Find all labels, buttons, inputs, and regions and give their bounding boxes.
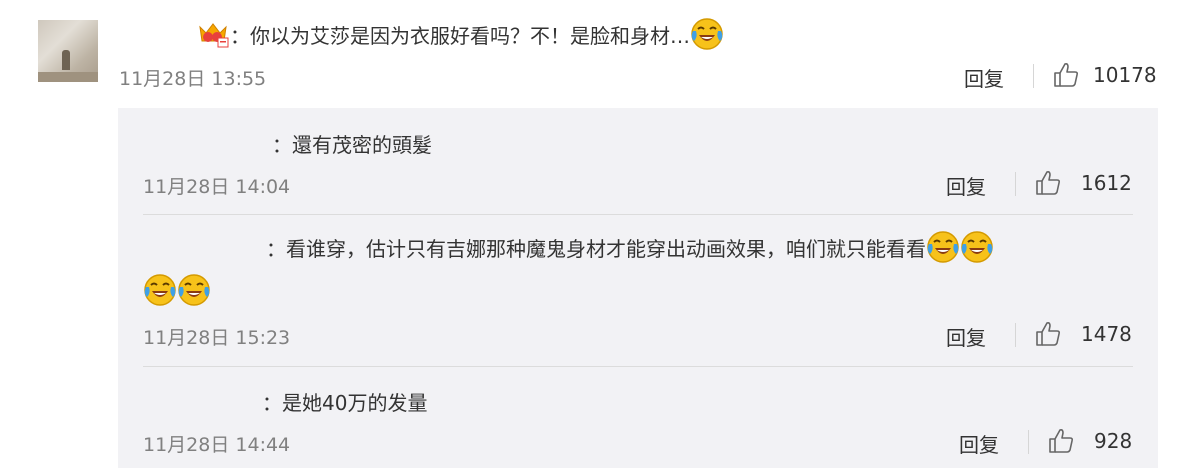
reply-body: ：是她40万的发量	[262, 390, 428, 415]
reply-text: ：還有茂密的頭髮	[272, 128, 432, 158]
crown-badge-icon	[199, 23, 229, 48]
thumbs-up-icon[interactable]	[1047, 427, 1075, 455]
like-count: 928	[1094, 429, 1133, 453]
divider	[1028, 430, 1029, 454]
reply-text: ：看谁穿，估计只有吉娜那种魔鬼身材才能穿出动画效果，咱们就只能看看	[266, 230, 994, 264]
reply-text-continued	[143, 272, 211, 308]
reply-button[interactable]: 回复	[964, 63, 1004, 92]
divider	[1015, 323, 1016, 347]
reply-button[interactable]: 回复	[946, 171, 986, 200]
like-count: 1612	[1081, 171, 1132, 195]
laugh-cry-emoji	[926, 230, 960, 264]
reply-divider	[143, 366, 1133, 367]
divider	[1033, 64, 1034, 88]
laugh-cry-emoji	[177, 273, 211, 307]
reply-button[interactable]: 回复	[946, 322, 986, 351]
avatar-ground	[38, 72, 98, 82]
laugh-cry-emoji	[690, 17, 724, 51]
comment-text: ：你以为艾莎是因为衣服好看吗？不！是脸和身材…	[196, 18, 724, 50]
reply-timestamp: 11月28日 14:04	[143, 176, 291, 198]
like-count: 10178	[1093, 63, 1157, 87]
reply-text: ：是她40万的发量	[262, 386, 427, 416]
reply-divider	[143, 214, 1133, 215]
reply-body: ：看谁穿，估计只有吉娜那种魔鬼身材才能穿出动画效果，咱们就只能看看	[266, 236, 926, 261]
comment-body: ：你以为艾莎是因为衣服好看吗？不！是脸和身材…	[230, 23, 690, 48]
comment-timestamp: 11月28日 13:55	[119, 68, 267, 90]
thumbs-up-icon[interactable]	[1052, 61, 1080, 89]
laugh-cry-emoji	[960, 230, 994, 264]
avatar-figure	[62, 50, 70, 70]
laugh-cry-emoji	[143, 273, 177, 307]
thumbs-up-icon[interactable]	[1034, 320, 1062, 348]
avatar[interactable]	[38, 20, 98, 82]
reply-body: ：還有茂密的頭髮	[272, 132, 432, 157]
thumbs-up-icon[interactable]	[1034, 169, 1062, 197]
like-count: 1478	[1081, 322, 1132, 346]
reply-timestamp: 11月28日 14:44	[143, 434, 291, 456]
reply-timestamp: 11月28日 15:23	[143, 327, 291, 349]
reply-button[interactable]: 回复	[959, 429, 999, 458]
divider	[1015, 172, 1016, 196]
